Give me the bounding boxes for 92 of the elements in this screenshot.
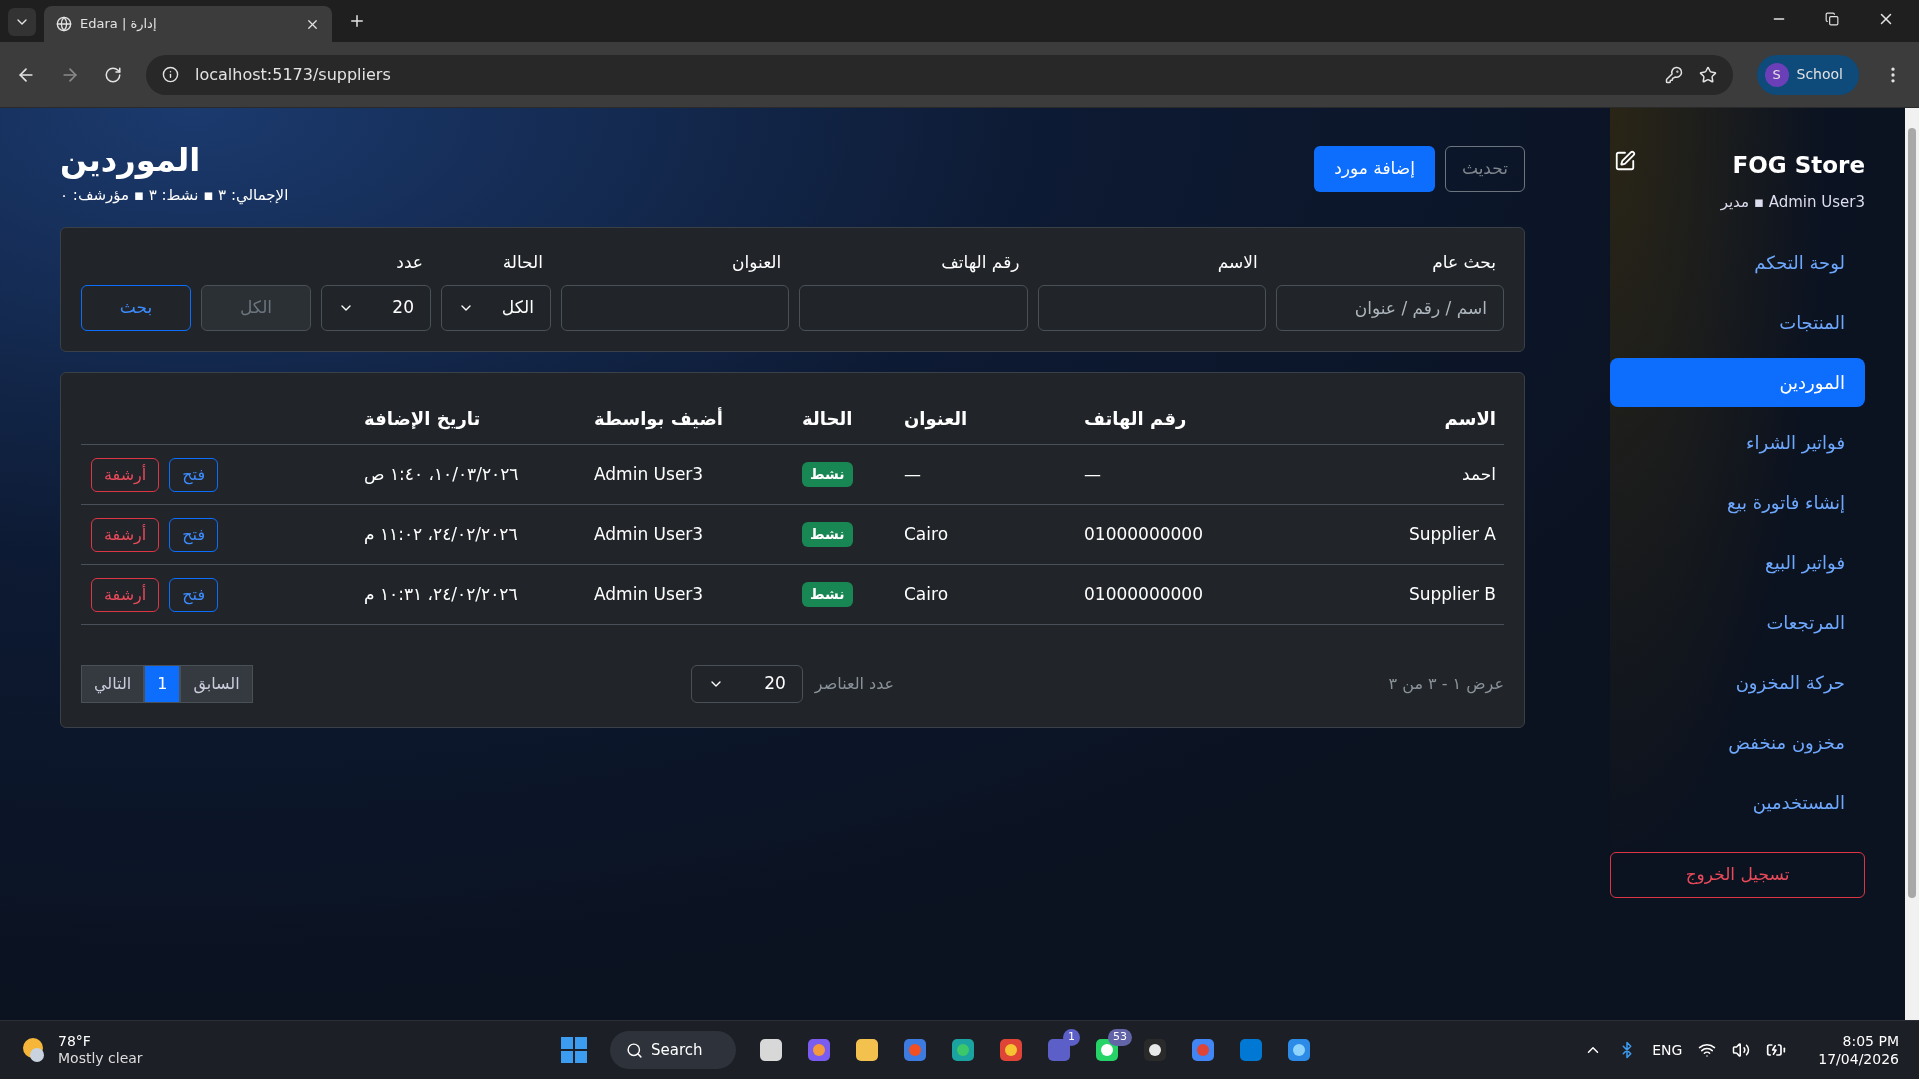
- field-label: رقم الهاتف: [940, 250, 1021, 275]
- restore-icon[interactable]: [1825, 12, 1839, 26]
- field-label: بحث عام: [1431, 250, 1497, 274]
- volume-icon[interactable]: [1732, 1041, 1751, 1059]
- search-button[interactable]: بحث: [81, 285, 191, 331]
- nav-item[interactable]: فواتير البيع: [1610, 538, 1865, 587]
- info-icon: [162, 66, 179, 83]
- open-button[interactable]: فتح: [169, 577, 219, 612]
- table-cell-text: 01000000000: [1084, 522, 1204, 546]
- field-label: الاسم: [1216, 250, 1259, 274]
- page-button[interactable]: التالي: [81, 665, 145, 703]
- table-cell-text: —: [904, 462, 922, 486]
- nav-item[interactable]: المستخدمين: [1610, 778, 1865, 827]
- browser-tab[interactable]: Edara | إدارة: [44, 6, 332, 42]
- text-field[interactable]: اسم / رقم / عنوان: [1275, 285, 1504, 331]
- table-cell-text: Supplier B: [1407, 582, 1497, 606]
- globe-icon: [56, 16, 72, 32]
- add-supplier-button[interactable]: إضافة مورد: [1314, 146, 1435, 192]
- weather-text: Mostly clear: [58, 1050, 143, 1067]
- table-cell-text: ١٠/٠٣/٢٠٢٦، ١:٤٠ ص: [364, 462, 520, 486]
- refresh-button[interactable]: تحديث: [1444, 146, 1525, 192]
- table-cell-text: ٢٤/٠٢/٢٠٢٦، ١١:٠٢ م: [364, 522, 519, 546]
- notification-badge: 53: [1108, 1029, 1132, 1046]
- column-header: أضيف بواسطة: [594, 406, 724, 432]
- text-field[interactable]: [561, 285, 790, 331]
- per-page-select[interactable]: 20: [690, 665, 803, 703]
- language-indicator[interactable]: ENG: [1652, 1039, 1683, 1061]
- profile-avatar: S: [1764, 62, 1789, 87]
- range-text: عرض ١ - ٣ من ٣: [1387, 673, 1504, 696]
- archive-button[interactable]: أرشفة: [91, 577, 160, 612]
- nav-item[interactable]: مخزون منخفض: [1610, 718, 1865, 767]
- status-badge: نشط: [802, 462, 853, 487]
- per-page-label: عدد العناصر: [814, 673, 895, 696]
- table-cell-text: Admin User3: [594, 462, 705, 486]
- logout-button[interactable]: تسجيل الخروج: [1610, 852, 1865, 898]
- table-cell-text: 01000000000: [1084, 582, 1204, 606]
- table-cell-text: Cairo: [904, 582, 950, 606]
- status-badge: نشط: [802, 522, 853, 547]
- open-button[interactable]: فتح: [169, 457, 219, 492]
- column-header: الاسم: [1443, 407, 1497, 431]
- windows-start-icon[interactable]: [560, 1036, 588, 1064]
- user-info: Admin User3 ▪ مدير: [1720, 191, 1865, 213]
- nav-item[interactable]: حركة المخزون: [1610, 658, 1865, 707]
- nav-item[interactable]: لوحة التحكم: [1610, 238, 1865, 287]
- tab-title: Edara | إدارة: [80, 15, 158, 34]
- select-field[interactable]: 20: [321, 285, 431, 331]
- page-button[interactable]: 1: [144, 665, 181, 703]
- page-button[interactable]: السابق: [180, 665, 253, 703]
- new-tab-icon[interactable]: [348, 12, 366, 30]
- column-header: تاريخ الإضافة: [364, 407, 482, 432]
- table-cell-text: احمد: [1461, 462, 1497, 486]
- archive-button[interactable]: أرشفة: [91, 457, 160, 492]
- clock-date: 17/04/2026: [1818, 1050, 1899, 1068]
- store-name: FOG Store: [1732, 151, 1865, 180]
- select-field[interactable]: الكل: [441, 285, 551, 331]
- field-label: العنوان: [731, 250, 783, 274]
- status-badge: نشط: [802, 582, 853, 607]
- taskbar-search[interactable]: Search: [610, 1031, 736, 1069]
- nav-item[interactable]: فواتير الشراء: [1610, 418, 1865, 467]
- page-title: الموردين: [60, 140, 201, 180]
- field-label: عدد: [395, 250, 424, 274]
- clock-time: 8:05 PM: [1842, 1032, 1899, 1050]
- table-cell-text: Admin User3: [594, 582, 705, 606]
- search-icon: [626, 1041, 643, 1059]
- summary-text: الإجمالي: ٣ ▪ نشط: ٣ ▪ مؤرشف: ٠: [60, 185, 289, 207]
- field-label: الحالة: [501, 250, 544, 274]
- key-icon[interactable]: [1664, 65, 1683, 84]
- column-header: رقم الهاتف: [1084, 407, 1188, 432]
- open-button[interactable]: فتح: [169, 517, 219, 552]
- nav-item[interactable]: المرتجعات: [1610, 598, 1865, 647]
- archive-button[interactable]: أرشفة: [91, 517, 160, 552]
- tab-list-button[interactable]: [8, 8, 36, 36]
- table-cell-text: ٢٤/٠٢/٢٠٢٦، ١٠:٣١ م: [364, 582, 519, 606]
- table-cell-text: Supplier A: [1407, 522, 1497, 546]
- text-field[interactable]: [799, 285, 1028, 331]
- edit-icon[interactable]: [1614, 150, 1636, 172]
- nav-item[interactable]: المنتجات: [1610, 298, 1865, 347]
- wifi-icon[interactable]: [1698, 1041, 1717, 1059]
- text-field[interactable]: [1037, 285, 1266, 331]
- table-cell-text: Admin User3: [594, 522, 705, 546]
- profile-button[interactable]: S School: [1756, 54, 1859, 95]
- table-cell-text: Cairo: [904, 522, 950, 546]
- temperature-text: 78°F: [58, 1033, 92, 1050]
- table-cell-text: —: [1084, 462, 1102, 486]
- bookmark-star-icon[interactable]: [1698, 65, 1717, 84]
- column-header: العنوان: [904, 407, 969, 432]
- column-header: الحالة: [801, 407, 854, 431]
- reload-icon[interactable]: [104, 65, 122, 84]
- address-bar[interactable]: localhost:5173/suppliers: [146, 54, 1733, 95]
- nav-item[interactable]: إنشاء فاتورة بيع: [1610, 478, 1865, 527]
- notification-badge: 1: [1063, 1029, 1080, 1046]
- nav-item[interactable]: الموردين: [1610, 358, 1865, 407]
